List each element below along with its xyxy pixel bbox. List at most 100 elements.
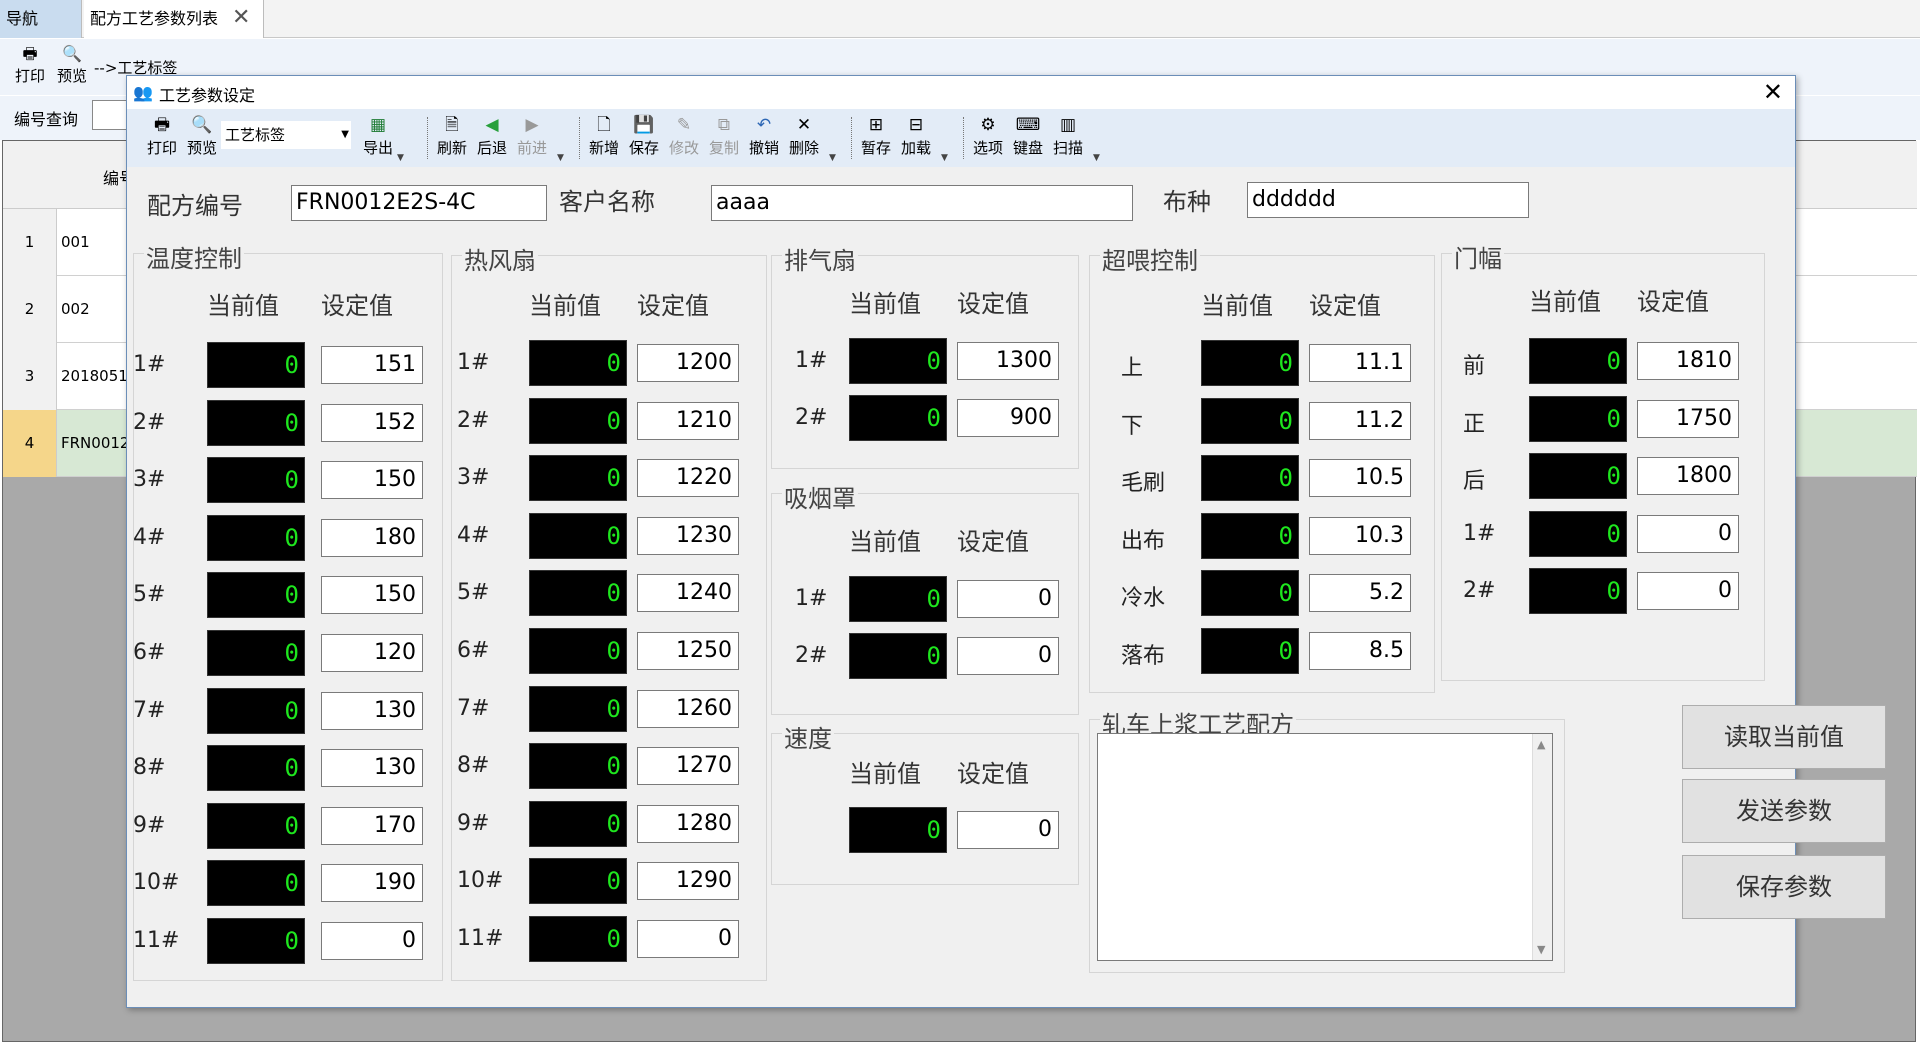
row-number: 3 (3, 343, 57, 410)
save-params-button[interactable]: 保存参数 (1682, 855, 1886, 919)
delete-button[interactable]: ✕ 删除 (785, 115, 823, 158)
hot_fan-set-field[interactable]: 1270 (637, 747, 739, 785)
hot-fan-title: 热风扇 (462, 241, 538, 276)
read-current-button[interactable]: 读取当前值 (1682, 705, 1886, 769)
refresh-button[interactable]: 🗎 刷新 (433, 115, 471, 158)
scan-button[interactable]: ▥ 扫描 (1049, 115, 1087, 158)
send-params-button[interactable]: 发送参数 (1682, 779, 1886, 843)
hot_fan-set-field[interactable]: 1290 (637, 862, 739, 900)
dropdown-arrow-icon[interactable]: ▼ (557, 153, 564, 163)
preview-button[interactable]: 🔍 预览 (50, 45, 94, 86)
smoke_hood-set-field[interactable]: 0 (957, 637, 1059, 675)
hot_fan-set-field[interactable]: 1240 (637, 574, 739, 612)
temperature-set-field[interactable]: 120 (321, 634, 423, 672)
temperature-set-field[interactable]: 152 (321, 404, 423, 442)
close-icon[interactable]: ✕ (232, 6, 250, 30)
speed-col-set: 设定值 (957, 760, 1029, 788)
temperature-set-field[interactable]: 130 (321, 692, 423, 730)
print-button[interactable]: 🖶 打印 (8, 45, 52, 86)
overfeed-row-label: 上 (1121, 356, 1144, 381)
hot_fan-set-field[interactable]: 1220 (637, 459, 739, 497)
dropdown-arrow-icon[interactable]: ▼ (1093, 153, 1100, 163)
recipe-no-field[interactable]: FRN0012E2S-4C (291, 185, 547, 221)
overfeed-set-field[interactable]: 5.2 (1309, 574, 1411, 612)
preview-icon: 🔍 (191, 115, 213, 135)
exhaust-set-field[interactable]: 1300 (957, 342, 1059, 380)
customer-field[interactable]: aaaa (711, 185, 1133, 221)
overfeed-set-field[interactable]: 10.3 (1309, 517, 1411, 555)
hot_fan-current-display: 0 (529, 916, 627, 962)
temperature-row-label: 9# (133, 813, 166, 838)
overfeed-set-field[interactable]: 11.1 (1309, 344, 1411, 382)
undo-button[interactable]: ↶ 撤销 (745, 115, 783, 158)
hot_fan-set-field[interactable]: 1230 (637, 517, 739, 555)
hot_fan-set-field[interactable]: 1210 (637, 402, 739, 440)
temperature-set-field[interactable]: 130 (321, 749, 423, 787)
hot_fan-set-field[interactable]: 0 (637, 920, 739, 958)
overfeed-set-field[interactable]: 11.2 (1309, 402, 1411, 440)
keyboard-button[interactable]: ⌨ 键盘 (1009, 115, 1047, 158)
width-set-field[interactable]: 1800 (1637, 457, 1739, 495)
width-title: 门幅 (1452, 239, 1504, 274)
temperature-set-field[interactable]: 150 (321, 461, 423, 499)
row-number: 4 (3, 410, 57, 477)
speed-set-field[interactable]: 0 (957, 811, 1059, 849)
width-set-field[interactable]: 0 (1637, 515, 1739, 553)
exhaust-set-field[interactable]: 900 (957, 399, 1059, 437)
overfeed-set-field[interactable]: 8.5 (1309, 632, 1411, 670)
new-button[interactable]: 🗋 新增 (585, 115, 623, 158)
close-icon[interactable]: ✕ (1763, 78, 1783, 106)
hot_fan-set-field[interactable]: 1260 (637, 690, 739, 728)
tab-navigation[interactable]: 导航 (0, 0, 82, 38)
hot_fan-set-field[interactable]: 1280 (637, 805, 739, 843)
print-button[interactable]: 🖶 打印 (143, 115, 181, 158)
width-row-label: 后 (1463, 469, 1486, 494)
temperature-set-field[interactable]: 0 (321, 922, 423, 960)
temperature-set-field[interactable]: 151 (321, 346, 423, 384)
temperature-set-field[interactable]: 170 (321, 807, 423, 845)
temperature-current-display: 0 (207, 515, 305, 561)
scroll-down-icon[interactable]: ▼ (1537, 943, 1545, 956)
hold-button[interactable]: ⊞ 暂存 (857, 115, 895, 158)
customer-label: 客户名称 (559, 188, 655, 216)
load-button[interactable]: ⊟ 加载 (897, 115, 935, 158)
width-set-field[interactable]: 0 (1637, 572, 1739, 610)
smoke_hood-set-field[interactable]: 0 (957, 580, 1059, 618)
save-button[interactable]: 💾 保存 (625, 115, 663, 158)
temperature-set-field[interactable]: 180 (321, 519, 423, 557)
memo-scrollbar[interactable]: ▲ ▼ (1532, 734, 1552, 960)
fabric-field[interactable]: dddddd (1247, 182, 1529, 218)
dropdown-arrow-icon[interactable]: ▼ (397, 153, 404, 163)
export-button[interactable]: ▦ 导出 (359, 115, 397, 158)
scroll-up-icon[interactable]: ▲ (1537, 738, 1545, 751)
modify-button[interactable]: ✎ 修改 (665, 115, 703, 158)
tab-bar: 导航 配方工艺参数列表 ✕ (0, 0, 1920, 38)
hot_fan-row-label: 9# (457, 811, 490, 836)
back-button[interactable]: ◀ 后退 (473, 115, 511, 158)
temperature-set-field[interactable]: 190 (321, 864, 423, 902)
temperature-set-field[interactable]: 150 (321, 576, 423, 614)
speed-col-current: 当前值 (849, 760, 921, 788)
dropdown-arrow-icon[interactable]: ▼ (829, 153, 836, 163)
search-input[interactable] (92, 100, 128, 130)
width-set-field[interactable]: 1810 (1637, 342, 1739, 380)
width-set-field[interactable]: 1750 (1637, 400, 1739, 438)
toolbar-separator (963, 117, 964, 159)
padding-recipe-textarea[interactable]: ▲ ▼ (1097, 733, 1553, 961)
dropdown-arrow-icon[interactable]: ▼ (941, 153, 948, 163)
hot_fan-current-display: 0 (529, 398, 627, 444)
temperature-current-display: 0 (207, 688, 305, 734)
smoke-hood-title: 吸烟罩 (782, 479, 858, 514)
exhaust-col-set: 设定值 (957, 290, 1029, 318)
overfeed-set-field[interactable]: 10.5 (1309, 459, 1411, 497)
hot_fan-set-field[interactable]: 1200 (637, 344, 739, 382)
hot_fan-col-current: 当前值 (529, 292, 601, 320)
options-button[interactable]: ⚙ 选项 (969, 115, 1007, 158)
hot_fan-row-label: 3# (457, 465, 490, 490)
hot_fan-set-field[interactable]: 1250 (637, 632, 739, 670)
preview-button[interactable]: 🔍 预览 (183, 115, 221, 158)
forward-button[interactable]: ▶ 前进 (513, 115, 551, 158)
copy-button[interactable]: ⧉ 复制 (705, 115, 743, 158)
template-select[interactable]: 工艺标签 ▼ (221, 121, 351, 149)
hot_fan-current-display: 0 (529, 858, 627, 904)
